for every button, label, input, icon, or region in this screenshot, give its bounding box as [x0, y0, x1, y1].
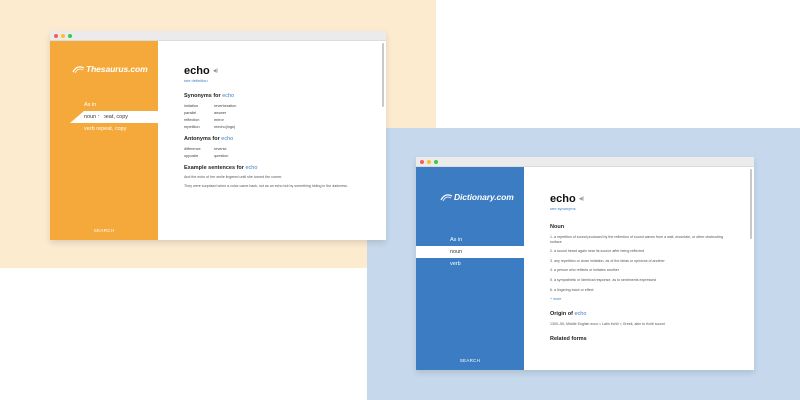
definition-item: 1. a repetition of sound produced by the… — [550, 235, 723, 244]
origin-heading-word: echo — [574, 311, 587, 318]
antonym-item[interactable]: question — [214, 154, 254, 158]
nav-item-verb[interactable]: verb — [416, 258, 524, 270]
dictionary-logo-text: Dictionary.com — [454, 192, 514, 202]
definition-item: 5. a sympathetic or identical response, … — [550, 277, 657, 282]
synonym-item[interactable]: mirror — [214, 118, 254, 122]
antonym-item[interactable]: difference — [184, 147, 214, 151]
origin-heading: Origin of echo — [550, 311, 754, 317]
thesaurus-nav: As in noun repeat, copy verb repeat, cop… — [50, 99, 158, 135]
origin-heading-text: Origin of — [550, 311, 573, 318]
related-forms-heading: Related forms — [550, 336, 587, 343]
antonyms-heading: Antonyms for echo — [184, 136, 386, 142]
synonym-item[interactable]: reverberation — [214, 104, 254, 108]
synonyms-heading-word: echo — [222, 93, 235, 99]
more-definitions-link[interactable]: + more — [550, 297, 754, 301]
logo-swoosh-icon — [72, 65, 85, 73]
headword: echo — [184, 65, 210, 77]
nav-item-as-in[interactable]: As in — [416, 234, 524, 246]
dictionary-window: Dictionary.com As in noun verb SEARCH ec… — [416, 157, 754, 370]
examples-heading-word: echo — [245, 165, 258, 171]
origin-text: 1300–50; Middle English ecco < Latin ēch… — [550, 322, 665, 327]
thesaurus-logo-text: Thesaurus.com — [86, 64, 148, 74]
nav-item-noun[interactable]: noun — [416, 246, 524, 258]
headword: echo — [550, 193, 576, 205]
synonym-item[interactable]: answer — [214, 111, 254, 115]
nav-item-as-in[interactable]: As in — [50, 99, 158, 111]
see-definition-link[interactable]: see definition — [184, 78, 386, 83]
antonym-item[interactable]: opposite — [184, 154, 214, 158]
definition-item: 3. any repetition or close imitation, as… — [550, 258, 665, 263]
thesaurus-content: echo ◀︎) see definition Synonyms for ech… — [158, 41, 386, 240]
noun-heading: Noun — [550, 224, 565, 230]
synonym-item[interactable]: parallel — [184, 111, 214, 115]
example-sentence: They were surprised when a voice came ba… — [184, 184, 348, 188]
synonym-item[interactable]: reflection — [184, 118, 214, 122]
nav-item-verb[interactable]: verb repeat, copy — [50, 123, 158, 135]
antonym-item[interactable]: reverse — [214, 147, 254, 151]
thesaurus-window: Thesaurus.com As in noun repeat, copy ve… — [50, 31, 386, 240]
definition-item: 6. a lingering trace or effect — [550, 287, 594, 292]
speaker-icon[interactable]: ◀︎) — [579, 196, 585, 202]
synonyms-heading-text: Synonyms for — [184, 93, 221, 99]
sidebar-search-button[interactable]: SEARCH — [50, 228, 158, 233]
window-titlebar — [50, 31, 386, 41]
stage: Thesaurus.com As in noun repeat, copy ve… — [0, 0, 800, 400]
dictionary-nav: As in noun verb — [416, 234, 524, 270]
minimize-window-button[interactable] — [427, 159, 431, 164]
dictionary-sidebar: Dictionary.com As in noun verb SEARCH — [416, 167, 524, 370]
thesaurus-sidebar: Thesaurus.com As in noun repeat, copy ve… — [50, 41, 158, 240]
dictionary-content: echo ◀︎) see synonyms Noun 1. a repetiti… — [524, 167, 754, 370]
examples-heading: Example sentences for echo — [184, 165, 386, 171]
logo-swoosh-icon — [440, 193, 453, 201]
thesaurus-logo[interactable]: Thesaurus.com — [72, 64, 148, 74]
close-window-button[interactable] — [420, 159, 424, 164]
scrollbar[interactable] — [382, 43, 384, 107]
synonym-item[interactable]: reecho(ings) — [214, 125, 254, 129]
minimize-window-button[interactable] — [61, 33, 65, 38]
scrollbar[interactable] — [750, 169, 752, 239]
dictionary-logo[interactable]: Dictionary.com — [440, 192, 514, 202]
see-synonyms-link[interactable]: see synonyms — [550, 206, 754, 211]
antonyms-heading-word: echo — [221, 136, 234, 142]
antonyms-list: difference reverse opposite question — [184, 147, 386, 158]
synonym-item[interactable]: imitation — [184, 104, 214, 108]
synonym-item[interactable]: repetition — [184, 125, 214, 129]
window-titlebar — [416, 157, 754, 167]
close-window-button[interactable] — [54, 33, 58, 38]
definition-item: 4. a person who reflects or imitates ano… — [550, 268, 619, 273]
nav-item-noun[interactable]: noun repeat, copy — [70, 111, 158, 123]
synonyms-heading: Synonyms for echo — [184, 93, 386, 99]
sidebar-search-button[interactable]: SEARCH — [416, 358, 524, 363]
maximize-window-button[interactable] — [68, 33, 72, 38]
antonyms-heading-text: Antonyms for — [184, 136, 220, 142]
maximize-window-button[interactable] — [434, 159, 438, 164]
definition-item: 2. a sound heard again near its source a… — [550, 249, 645, 254]
example-sentence: And the echo of her smile lingered until… — [184, 175, 283, 179]
examples-heading-text: Example sentences for — [184, 165, 244, 171]
synonyms-list: imitation reverberation parallel answer … — [184, 104, 386, 129]
speaker-icon[interactable]: ◀︎) — [213, 68, 219, 74]
